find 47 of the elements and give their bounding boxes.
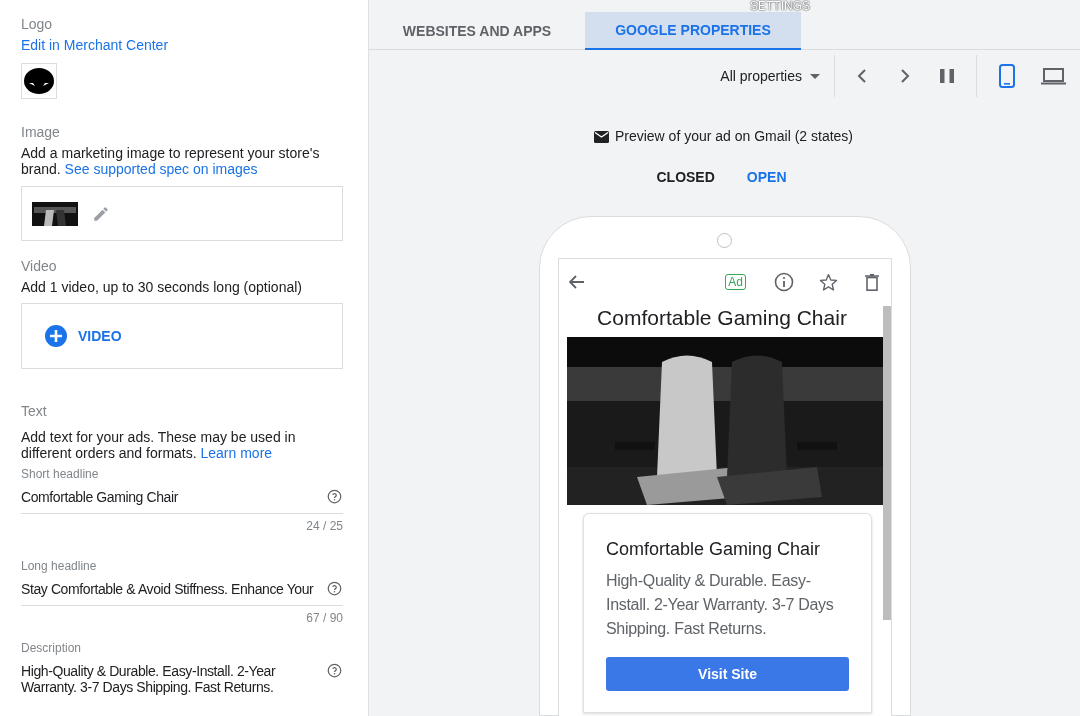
mail-icon [593, 130, 609, 143]
visit-site-button[interactable]: Visit Site [606, 657, 849, 691]
plus-icon [45, 325, 67, 347]
trash-icon[interactable] [865, 273, 879, 291]
section-label: Image [21, 123, 61, 141]
pause-icon[interactable] [940, 69, 954, 83]
card-description: High-Quality & Durable. Easy-Install. 2-Year Warranty. 3-7 Days Shipping. Fast Returns. [606, 571, 835, 639]
star-icon[interactable] [819, 273, 838, 291]
help-icon[interactable] [327, 581, 342, 596]
help-icon[interactable] [327, 489, 342, 504]
state-tab[interactable]: CLOSED [656, 167, 715, 188]
merchant-center-link[interactable]: Edit in Merchant Center [21, 36, 169, 54]
next-icon[interactable] [900, 69, 910, 83]
properties-dropdown[interactable]: All properties [720, 65, 820, 87]
field-label: Short headline [21, 467, 100, 481]
settings-label: SETTINGS [750, 0, 810, 12]
previous-icon[interactable] [857, 69, 867, 83]
character-counter: 24 / 25 [306, 518, 343, 535]
add-video-button[interactable]: VIDEO [45, 325, 122, 347]
field-label: Long headline [21, 559, 98, 573]
video-description: Add 1 video, up to 30 seconds long (optional) [21, 279, 303, 295]
tab[interactable]: GOOGLE PROPERTIES [585, 12, 801, 50]
help-icon[interactable] [327, 663, 342, 678]
image-description: Add a marketing image to represent your store's brand. See supported spec on images [21, 145, 321, 177]
section-label: Logo [21, 15, 54, 33]
character-counter: 67 / 90 [306, 610, 343, 627]
text-input-field[interactable]: Stay Comfortable & Avoid Stiffness. Enhance Your [21, 581, 343, 606]
ad-badge: Ad [725, 274, 746, 290]
phone-icon[interactable] [999, 64, 1015, 88]
state-tab[interactable]: OPEN [746, 167, 787, 188]
text-input-field[interactable]: Comfortable Gaming Chair [21, 489, 343, 514]
info-icon[interactable] [774, 272, 794, 292]
learn-more-link[interactable]: Learn more [200, 445, 273, 461]
tab[interactable]: WEBSITES AND APPS [369, 12, 585, 50]
text-description: Add text for your ads. These may be used in different orders and formats. Learn more [21, 429, 297, 461]
ad-headline: Comfortable Gaming Chair [596, 305, 848, 331]
text-input-field[interactable]: High-Quality & Durable. Easy-Install. 2-Year Warranty. 3-7 Days Shipping. Fast Returns. [21, 663, 343, 695]
section-label: Video [21, 257, 58, 275]
preview-caption: Preview of your ad on Gmail (2 states) [614, 127, 854, 146]
laptop-icon[interactable] [1041, 67, 1066, 85]
section-label: Text [21, 402, 48, 420]
caret-icon [810, 73, 820, 79]
spec-link[interactable]: See supported spec on images [64, 161, 258, 177]
pencil-icon[interactable] [92, 204, 110, 223]
field-label: Description [21, 641, 83, 655]
card-title: Comfortable Gaming Chair [606, 538, 822, 560]
back-icon[interactable] [569, 275, 585, 289]
